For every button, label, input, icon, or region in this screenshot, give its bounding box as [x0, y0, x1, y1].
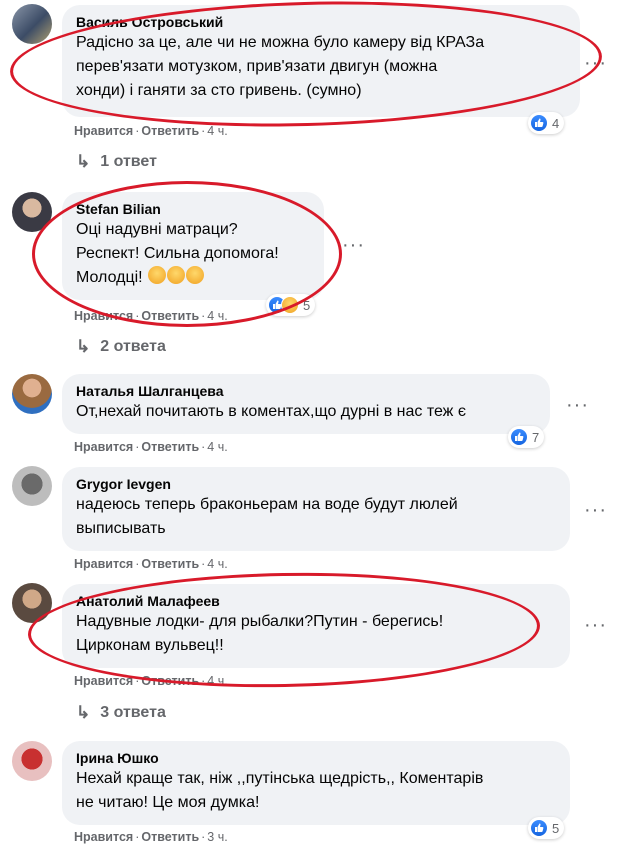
- view-replies-link[interactable]: ↳ 3 ответа: [76, 703, 166, 723]
- avatar[interactable]: [12, 466, 52, 506]
- replies-count: 2 ответа: [100, 338, 166, 355]
- comment-text: Радісно за це, але чи не можна було каме…: [76, 34, 485, 99]
- comment-bubble: Наталья Шалганцева От,нехай почитають в …: [62, 374, 550, 434]
- comment-time[interactable]: 4 ч.: [207, 557, 227, 571]
- reaction-count: 5: [552, 820, 560, 836]
- comment-time[interactable]: 4 ч.: [207, 309, 227, 323]
- comment-actions: Нравится · Ответить · 4 ч.: [74, 309, 228, 323]
- like-link[interactable]: Нравится: [74, 674, 133, 688]
- grinning-face-icon: [148, 266, 167, 284]
- like-link[interactable]: Нравится: [74, 440, 133, 454]
- reply-link[interactable]: Ответить: [141, 830, 199, 844]
- comment-bubble: Grygor Ievgen надеюсь теперь браконьерам…: [62, 467, 570, 551]
- view-replies-link[interactable]: ↳ 1 ответ: [76, 152, 157, 172]
- comment-bubble: Ірина Юшко Нехай краще так, ніж ,,путінс…: [62, 741, 570, 825]
- avatar[interactable]: [12, 192, 52, 232]
- comment-actions: Нравится · Ответить · 4 ч.: [74, 124, 228, 138]
- reactions-summary[interactable]: 4: [528, 112, 565, 134]
- reactions-summary[interactable]: 7: [508, 426, 545, 448]
- comment-bubble: Stefan Bilian Оці надувні матраци? Респе…: [62, 192, 324, 300]
- comment-time[interactable]: 3 ч.: [207, 830, 227, 844]
- comment-time[interactable]: 4 ч.: [207, 124, 227, 138]
- haha-icon: [281, 296, 299, 314]
- comment-author[interactable]: Анатолий Малафеев: [76, 592, 556, 610]
- more-options-icon[interactable]: ···: [342, 235, 365, 255]
- comment-bubble: Анатолий Малафеев Надувные лодки- для ры…: [62, 584, 570, 668]
- comment-author[interactable]: Наталья Шалганцева: [76, 382, 536, 400]
- comment-actions: Нравится · Ответить · 3 ч.: [74, 830, 228, 844]
- grinning-face-icon: [167, 266, 186, 284]
- like-icon: [510, 428, 528, 446]
- reaction-count: 7: [532, 429, 540, 445]
- reactions-summary[interactable]: 5: [266, 294, 316, 316]
- avatar[interactable]: [12, 741, 52, 781]
- comment-actions: Нравится · Ответить · 4 ч.: [74, 440, 228, 454]
- more-options-icon[interactable]: ···: [584, 615, 607, 635]
- view-replies-link[interactable]: ↳ 2 ответа: [76, 337, 166, 357]
- reaction-count: 4: [552, 115, 560, 131]
- reply-arrow-icon: ↳: [76, 152, 91, 171]
- comment-author[interactable]: Василь Островський: [76, 13, 566, 31]
- reply-link[interactable]: Ответить: [141, 440, 199, 454]
- reply-link[interactable]: Ответить: [141, 309, 199, 323]
- comment-actions: Нравится · Ответить · 4 ч.: [74, 557, 228, 571]
- reaction-count: 5: [303, 297, 311, 313]
- comment-text: Надувные лодки- для рыбалки?Путин - бере…: [76, 613, 444, 654]
- comment-text: Оці надувні матраци? Респект! Сильна доп…: [76, 218, 310, 290]
- comment-author[interactable]: Ірина Юшко: [76, 749, 556, 767]
- reply-arrow-icon: ↳: [76, 337, 91, 356]
- like-icon: [530, 114, 548, 132]
- like-link[interactable]: Нравится: [74, 557, 133, 571]
- comment-text: надеюсь теперь браконьерам на воде будут…: [76, 496, 458, 537]
- like-link[interactable]: Нравится: [74, 830, 133, 844]
- reply-link[interactable]: Ответить: [141, 124, 199, 138]
- like-link[interactable]: Нравится: [74, 309, 133, 323]
- more-options-icon[interactable]: ···: [584, 53, 607, 73]
- like-icon: [530, 819, 548, 837]
- comment-text: От,нехай почитають в коментах,що дурні в…: [76, 403, 466, 420]
- more-options-icon[interactable]: ···: [584, 500, 607, 520]
- comment-time[interactable]: 4 ч.: [207, 674, 227, 688]
- replies-count: 1 ответ: [100, 153, 157, 170]
- avatar[interactable]: [12, 583, 52, 623]
- like-link[interactable]: Нравится: [74, 124, 133, 138]
- grinning-face-icon: [186, 266, 205, 284]
- comment-actions: Нравится · Ответить · 4 ч.: [74, 674, 228, 688]
- reply-link[interactable]: Ответить: [141, 674, 199, 688]
- comment-text: Нехай краще так, ніж ,,путінська щедріст…: [76, 770, 484, 811]
- more-options-icon[interactable]: ···: [566, 395, 589, 415]
- avatar[interactable]: [12, 374, 52, 414]
- reactions-summary[interactable]: 5: [528, 817, 565, 839]
- comment-bubble: Василь Островський Радісно за це, але чи…: [62, 5, 580, 117]
- replies-count: 3 ответа: [100, 704, 166, 721]
- comment-author[interactable]: Stefan Bilian: [76, 200, 310, 218]
- comment-author[interactable]: Grygor Ievgen: [76, 475, 556, 493]
- avatar[interactable]: [12, 4, 52, 44]
- comment-time[interactable]: 4 ч.: [207, 440, 227, 454]
- reply-link[interactable]: Ответить: [141, 557, 199, 571]
- reply-arrow-icon: ↳: [76, 703, 91, 722]
